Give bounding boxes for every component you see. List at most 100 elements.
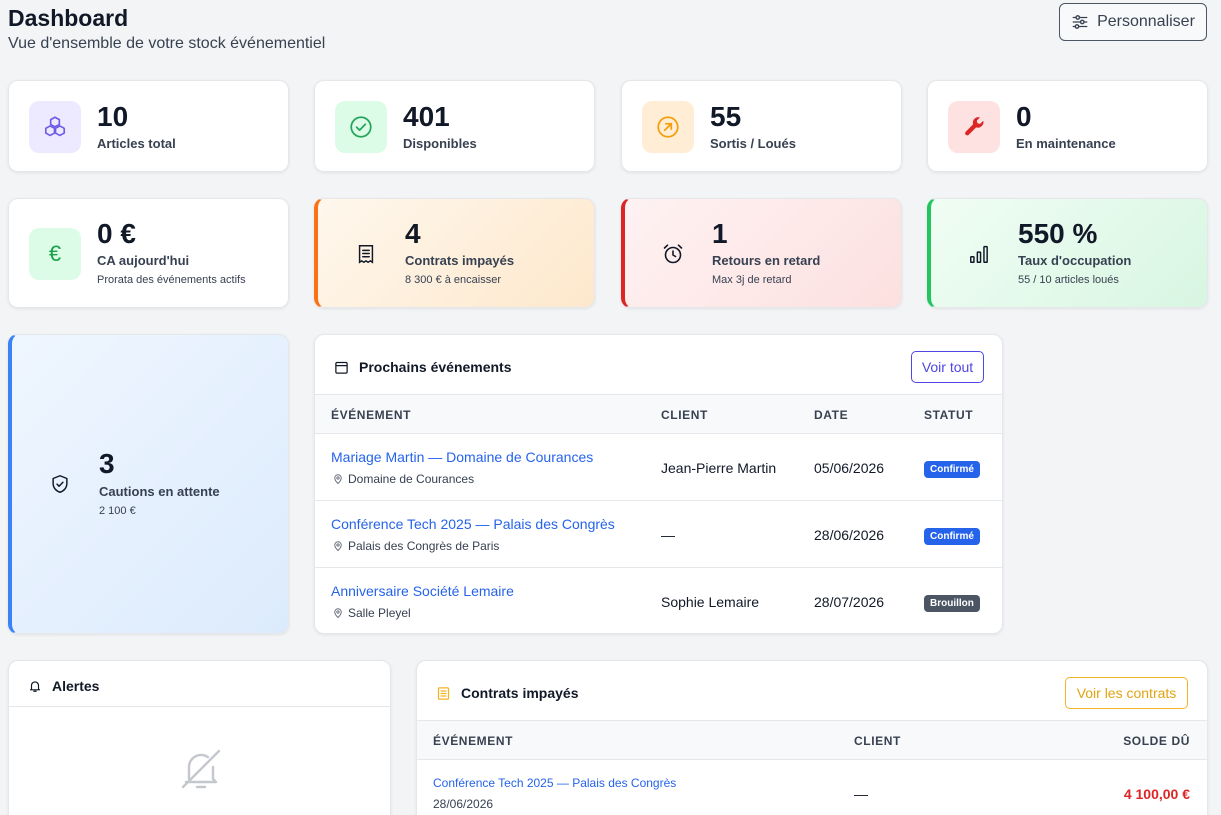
stat-value: 4 (405, 218, 421, 249)
bell-slash-icon (181, 749, 221, 789)
stat-value: 401 (403, 101, 450, 132)
panel-header: Prochains événements (334, 359, 512, 375)
table-row[interactable]: Conférence Tech 2025 — Palais des Congrè… (417, 760, 1207, 815)
check-circle-icon (335, 101, 387, 153)
stat-label: Taux d'occupation (1018, 253, 1132, 268)
divider (9, 706, 390, 707)
panel-title: Prochains événements (359, 359, 512, 375)
event-title-link[interactable]: Anniversaire Société Lemaire (331, 583, 514, 599)
stat-label: Articles total (97, 136, 176, 151)
event-title-link[interactable]: Conférence Tech 2025 — Palais des Congrè… (331, 516, 615, 532)
panel-title: Alertes (52, 678, 100, 694)
stat-card-total-items[interactable]: 10 Articles total (8, 80, 289, 172)
receipt-icon (340, 228, 392, 280)
event-location: Salle Pleyel (332, 606, 411, 620)
event-client: — (661, 527, 675, 543)
alerts-panel: Alertes (8, 660, 391, 815)
event-location: Domaine de Courances (332, 472, 474, 486)
stat-subtext: 55 / 10 articles loués (1018, 274, 1119, 286)
upcoming-events-panel: Prochains événements Voir tout ÉVÉNEMENT… (314, 334, 1003, 634)
stat-card-revenue-today[interactable]: € 0 € CA aujourd'hui Prorata des événeme… (8, 198, 289, 308)
column-header: SOLDE DÛ (1123, 734, 1190, 748)
calendar-icon (335, 361, 348, 374)
status-badge: Confirmé (924, 528, 980, 545)
stat-value: 10 (97, 101, 129, 132)
wrench-icon (948, 101, 1000, 153)
column-header: DATE (814, 408, 849, 422)
column-header: ÉVÉNEMENT (331, 408, 412, 422)
column-header: CLIENT (854, 734, 901, 748)
stat-value: 550 % (1018, 218, 1098, 249)
stat-subtext: Prorata des événements actifs (97, 274, 246, 286)
stat-value: 1 (712, 218, 728, 249)
unpaid-contracts-panel: Contrats impayés Voir les contrats ÉVÉNE… (416, 660, 1208, 815)
stat-label: En maintenance (1016, 136, 1116, 151)
table-row[interactable]: Mariage Martin — Domaine de Courances Do… (315, 434, 1002, 501)
bar-chart-icon (953, 228, 1005, 280)
map-pin-icon (334, 474, 342, 485)
stat-value: 0 (1016, 101, 1032, 132)
column-header: ÉVÉNEMENT (433, 734, 514, 748)
stat-card-maintenance[interactable]: 0 En maintenance (927, 80, 1208, 172)
stat-value: 55 (710, 101, 742, 132)
euro-icon: € (29, 228, 81, 280)
stat-label: Disponibles (403, 136, 477, 151)
bell-icon (30, 681, 40, 692)
stat-label: Contrats impayés (405, 253, 515, 268)
column-header: STATUT (924, 408, 974, 422)
receipt-icon (437, 686, 450, 700)
view-all-events-button[interactable]: Voir tout (911, 351, 984, 383)
stat-label: Sortis / Loués (710, 136, 796, 151)
event-client: Jean-Pierre Martin (661, 460, 777, 476)
event-client: Sophie Lemaire (661, 594, 760, 610)
status-badge: Confirmé (924, 461, 980, 478)
event-location-text: Salle Pleyel (348, 606, 411, 620)
shield-check-icon (34, 458, 86, 510)
contract-client: — (854, 786, 868, 802)
customize-button[interactable]: Personnaliser (1059, 3, 1207, 41)
page-header: Dashboard Vue d'ensemble de votre stock … (8, 5, 325, 53)
arrow-up-right-circle-icon (642, 101, 694, 153)
view-contracts-button[interactable]: Voir les contrats (1065, 677, 1188, 709)
stat-subtext: 2 100 € (99, 505, 136, 517)
page-title: Dashboard (8, 5, 129, 31)
contract-date: 28/06/2026 (433, 797, 494, 811)
status-badge: Brouillon (924, 595, 980, 612)
event-location-text: Palais des Congrès de Paris (348, 539, 500, 553)
panel-header: Alertes (28, 678, 99, 694)
event-location: Palais des Congrès de Paris (332, 539, 499, 553)
stat-label: CA aujourd'hui (97, 253, 190, 268)
stat-card-deposits[interactable]: 3 Cautions en attente 2 100 € (8, 334, 289, 634)
stat-card-available[interactable]: 401 Disponibles (314, 80, 595, 172)
stat-label: Cautions en attente (99, 484, 220, 499)
stat-card-unpaid-contracts[interactable]: 4 Contrats impayés 8 300 € à encaisser (314, 198, 595, 308)
contract-balance: 4 100,00 € (1123, 786, 1190, 802)
panel-title: Contrats impayés (461, 685, 579, 701)
map-pin-icon (334, 541, 342, 552)
event-location-text: Domaine de Courances (348, 472, 475, 486)
event-date: 28/06/2026 (814, 527, 885, 543)
event-title-link[interactable]: Mariage Martin — Domaine de Courances (331, 449, 593, 465)
stat-card-late-returns[interactable]: 1 Retours en retard Max 3j de retard (621, 198, 902, 308)
sliders-icon (1072, 15, 1088, 29)
column-header: CLIENT (661, 408, 708, 422)
panel-header: Contrats impayés (436, 685, 578, 701)
stat-value: 3 (99, 448, 115, 479)
stat-card-occupancy-rate[interactable]: 550 % Taux d'occupation 55 / 10 articles… (927, 198, 1208, 308)
table-row[interactable]: Anniversaire Société Lemaire Salle Pleye… (315, 568, 1002, 633)
map-pin-icon (334, 608, 342, 619)
contract-event-link[interactable]: Conférence Tech 2025 — Palais des Congrè… (433, 776, 676, 790)
alarm-icon (647, 228, 699, 280)
stat-subtext: Max 3j de retard (712, 274, 792, 286)
event-date: 28/07/2026 (814, 594, 885, 610)
table-row[interactable]: Conférence Tech 2025 — Palais des Congrè… (315, 501, 1002, 568)
event-date: 05/06/2026 (814, 460, 885, 476)
stat-subtext: 8 300 € à encaisser (405, 274, 502, 286)
stat-label: Retours en retard (712, 253, 821, 268)
stat-value: 0 € (97, 218, 136, 249)
stat-card-rented[interactable]: 55 Sortis / Loués (621, 80, 902, 172)
customize-label: Personnaliser (1097, 13, 1195, 30)
cubes-icon (29, 101, 81, 153)
page-subtitle: Vue d'ensemble de votre stock événementi… (8, 35, 326, 52)
unpaid-table-header: ÉVÉNEMENT CLIENT SOLDE DÛ (417, 720, 1207, 760)
